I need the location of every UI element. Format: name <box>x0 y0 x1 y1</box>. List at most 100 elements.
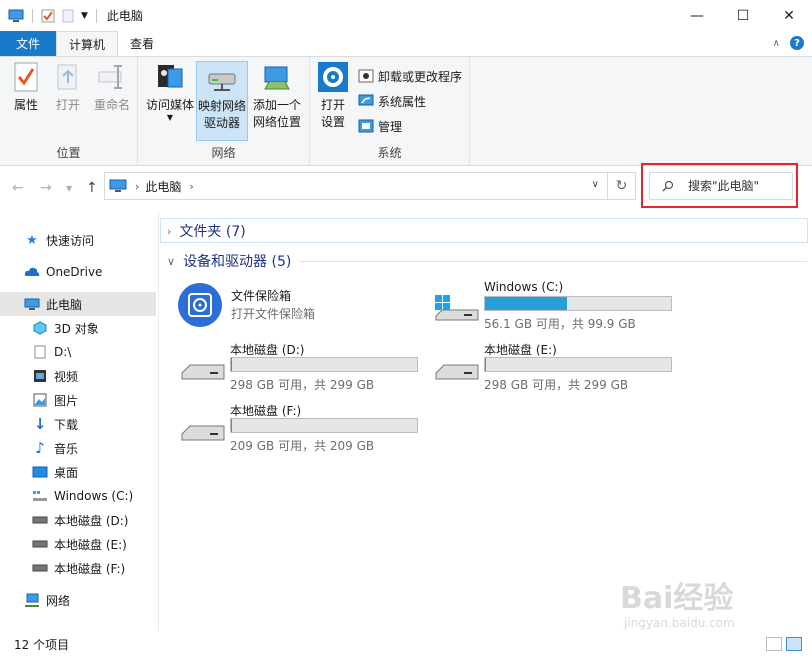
up-button[interactable]: ↑ <box>86 180 98 196</box>
breadcrumb-this-pc[interactable]: 此电脑 <box>145 178 181 195</box>
forward-button[interactable]: → <box>40 180 52 196</box>
tab-view[interactable]: 查看 <box>118 31 166 56</box>
nav-item-quick-access[interactable]: ★ 快速访问 <box>0 228 156 252</box>
uninstall-button[interactable]: 卸载或更改程序 <box>358 65 462 87</box>
drive-icon <box>32 512 48 528</box>
drive-e-item[interactable]: 本地磁盘 (E:) 298 GB 可用，共 299 GB <box>434 341 684 397</box>
open-settings-button[interactable]: 打开 设置 <box>316 61 350 131</box>
devices-section-header[interactable]: ∨ 设备和驱动器 (5) <box>167 251 807 271</box>
nav-item-pictures[interactable]: 图片 <box>0 388 156 412</box>
nav-item-videos[interactable]: 视频 <box>0 364 156 388</box>
nav-item-desktop[interactable]: 桌面 <box>0 460 156 484</box>
uninstall-icon <box>358 69 374 83</box>
add-location-label-2: 网络位置 <box>252 115 301 129</box>
back-button[interactable]: ← <box>12 180 24 196</box>
search-box[interactable] <box>649 172 793 200</box>
system-properties-button[interactable]: 系统属性 <box>358 90 426 112</box>
drive-c-name: Windows (C:) <box>484 280 564 294</box>
tab-computer[interactable]: 计算机 <box>56 31 119 56</box>
qat-dropdown-icon[interactable]: ▼ <box>81 11 88 21</box>
network-drive-icon <box>208 73 236 91</box>
group-network-label: 网络 <box>211 146 236 160</box>
add-network-location-button[interactable]: 添加一个 网络位置 <box>250 61 304 131</box>
nav-item-network[interactable]: 网络 <box>0 588 156 612</box>
status-bar: 12 个项目 <box>0 631 812 658</box>
drive-c-usage-fill <box>485 297 567 310</box>
map-drive-label-1: 映射网络 <box>197 99 246 113</box>
window-title: 此电脑 <box>106 9 143 23</box>
nav-item-drive-d[interactable]: 本地磁盘 (D:) <box>0 508 156 532</box>
help-icon[interactable]: ? <box>790 36 804 50</box>
search-input[interactable] <box>688 179 788 193</box>
system-properties-icon <box>358 94 374 106</box>
address-dropdown-icon[interactable]: ∨ <box>592 179 599 190</box>
access-media-button[interactable]: 访问媒体 ▼ <box>144 61 196 122</box>
picture-icon <box>32 392 48 408</box>
nav-item-drive-f[interactable]: 本地磁盘 (F:) <box>0 556 156 580</box>
nav-label: 音乐 <box>54 441 79 456</box>
drive-d-usage-bar <box>230 357 418 372</box>
group-system: 打开 设置 卸载或更改程序 系统属性 管理 系统 <box>310 57 470 165</box>
close-button[interactable]: ✕ <box>766 0 812 31</box>
maximize-button[interactable]: ☐ <box>720 0 766 31</box>
nav-item-drive-c[interactable]: Windows (C:) <box>0 484 156 508</box>
properties-icon[interactable] <box>41 9 55 23</box>
quick-access-toolbar: ▼ <box>8 8 99 23</box>
open-button[interactable]: 打开 <box>52 61 84 114</box>
network-icon <box>24 592 40 608</box>
rename-button[interactable]: 重命名 <box>92 61 132 114</box>
baidu-watermark-logo: Bai经验 <box>620 581 734 616</box>
recent-dropdown-icon[interactable]: ▼ <box>66 184 72 193</box>
drive-icon <box>32 536 48 552</box>
nav-label: OneDrive <box>46 265 103 279</box>
file-vault-item[interactable]: 文件保险箱 打开文件保险箱 <box>178 283 418 329</box>
nav-item-drive-e[interactable]: 本地磁盘 (E:) <box>0 532 156 556</box>
nav-label: 本地磁盘 (D:) <box>54 513 129 528</box>
breadcrumb-separator-icon[interactable]: › <box>135 180 139 193</box>
drive-d-info: 298 GB 可用，共 299 GB <box>230 378 375 392</box>
address-bar[interactable]: › 此电脑 › ∨ <box>104 172 608 200</box>
nav-item-3d-objects[interactable]: 3D 对象 <box>0 316 156 340</box>
nav-label: 快速访问 <box>46 233 95 248</box>
access-media-label: 访问媒体 <box>145 98 194 112</box>
refresh-button[interactable]: ↻ <box>608 172 636 200</box>
ribbon-tabs: 文件 计算机 查看 ∧ ? <box>0 31 812 56</box>
nav-item-onedrive[interactable]: OneDrive <box>0 260 156 284</box>
group-network: 访问媒体 ▼ 映射网络 驱动器 添加一个 网络位置 网络 <box>138 57 310 165</box>
navigation-pane: ★ 快速访问 OneDrive 此电脑 3D 对象 D:\ 视频 图片 ↓ 下载… <box>0 211 158 631</box>
map-network-drive-button[interactable]: 映射网络 驱动器 <box>196 61 248 141</box>
collapse-ribbon-icon[interactable]: ∧ <box>773 38 780 49</box>
vault-icon <box>178 283 222 327</box>
tab-file[interactable]: 文件 <box>0 31 56 56</box>
nav-item-d-root[interactable]: D:\ <box>0 340 156 364</box>
document-icon <box>32 344 48 360</box>
cloud-icon <box>24 264 40 280</box>
nav-item-this-pc[interactable]: 此电脑 <box>0 292 156 316</box>
details-view-icon[interactable] <box>766 637 782 651</box>
nav-label: 下载 <box>54 417 79 432</box>
nav-label: 桌面 <box>54 465 79 480</box>
nav-item-downloads[interactable]: ↓ 下载 <box>0 412 156 436</box>
network-location-icon <box>264 66 290 90</box>
breadcrumb-chevron-icon[interactable]: › <box>189 180 193 193</box>
folders-section-header[interactable]: › 文件夹 (7) <box>167 221 807 241</box>
drive-icon <box>181 425 225 441</box>
drive-d-item[interactable]: 本地磁盘 (D:) 298 GB 可用，共 299 GB <box>180 341 430 397</box>
new-folder-icon[interactable] <box>61 9 75 23</box>
media-icon <box>158 65 183 88</box>
tiles-view-icon[interactable] <box>786 637 802 651</box>
manage-button[interactable]: 管理 <box>358 115 402 137</box>
drive-f-item[interactable]: 本地磁盘 (F:) 209 GB 可用，共 209 GB <box>180 402 430 458</box>
music-note-icon: ♪ <box>35 439 45 457</box>
minimize-button[interactable]: — <box>674 0 720 31</box>
drive-c-item[interactable]: Windows (C:) 56.1 GB 可用，共 99.9 GB <box>434 280 684 336</box>
open-label: 打开 <box>55 98 80 112</box>
nav-label: 视频 <box>54 369 79 384</box>
drive-icon <box>435 364 479 380</box>
nav-item-music[interactable]: ♪ 音乐 <box>0 436 156 460</box>
title-bar: ▼ 此电脑 — ☐ ✕ <box>0 0 812 31</box>
nav-label: 此电脑 <box>46 297 83 312</box>
properties-button[interactable]: 属性 <box>10 61 42 114</box>
download-arrow-icon: ↓ <box>33 415 47 433</box>
desktop-icon <box>32 464 48 480</box>
